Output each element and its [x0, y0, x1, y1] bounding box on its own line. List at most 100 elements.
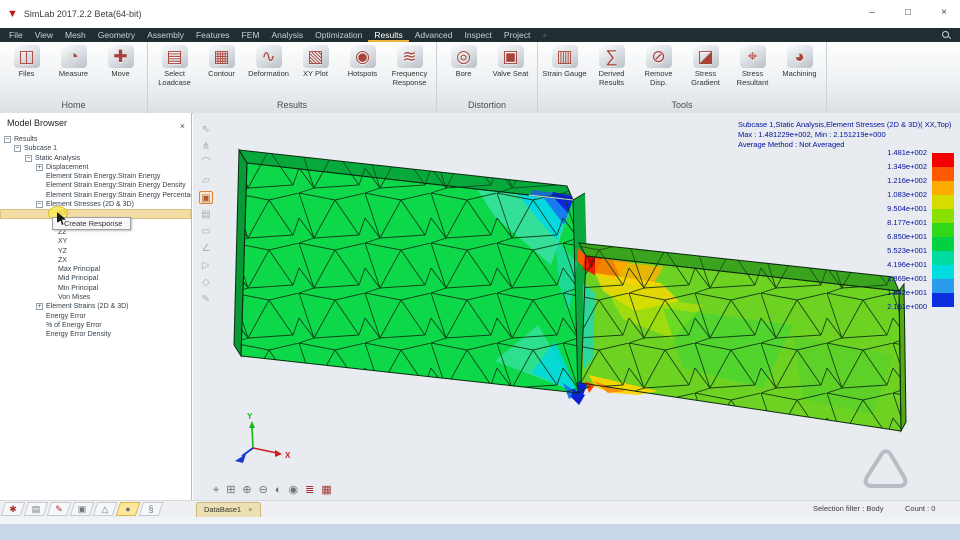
script-view-button[interactable]: § [139, 502, 164, 516]
tree-item-element-strains-2d-3d[interactable]: +Element Strains (2D & 3D) [0, 302, 191, 311]
machining-icon: ◕ [787, 45, 813, 68]
ribbon-button-valve-seat[interactable]: ▣Valve Seat [487, 44, 534, 99]
model-browser-close-icon[interactable]: × [180, 116, 185, 136]
tab-database1[interactable]: DataBase1× [196, 502, 261, 517]
zoom-previous-icon[interactable]: ⊖ [259, 483, 268, 497]
menu-item-results[interactable]: Results [368, 28, 408, 42]
tree-expander-collapse-icon[interactable]: − [4, 136, 11, 143]
menu-item-project[interactable]: Project [498, 28, 536, 42]
atoms-view-button[interactable]: ✱ [1, 502, 26, 516]
menu-item-[interactable]: + [536, 28, 553, 42]
menu-item-advanced[interactable]: Advanced [409, 28, 459, 42]
select-cursor-tool-icon[interactable]: ⇖ [199, 123, 213, 136]
derived-results-icon: ∑ [599, 45, 625, 68]
viewport-3d[interactable]: ⇖ ⋔ ⌒ ▱ ▣ ▤ ▭ ∠ ▷ ◇ ✎ [193, 113, 960, 500]
solid-view-button[interactable]: ▣ [70, 502, 95, 516]
tree-item-xy[interactable]: XY [0, 237, 191, 246]
ribbon-button-machining[interactable]: ◕Machining [776, 44, 823, 99]
menu-item-fem[interactable]: FEM [236, 28, 266, 42]
maximize-button[interactable]: □ [902, 7, 914, 18]
tetra-view-button[interactable]: △ [93, 502, 118, 516]
curve-tool-icon[interactable]: ⌒ [199, 157, 213, 170]
menu-item-inspect[interactable]: Inspect [459, 28, 498, 42]
tree-item-element-strain-energy-strain-energy-percentage[interactable]: Element Strain Energy:Strain Energy Perc… [0, 191, 191, 200]
menu-item-assembly[interactable]: Assembly [141, 28, 190, 42]
close-button[interactable]: × [938, 7, 950, 18]
search-icon[interactable] [942, 31, 951, 40]
menu-item-mesh[interactable]: Mesh [59, 28, 92, 42]
tree-expander-collapse-icon[interactable]: − [14, 145, 21, 152]
tree-item-subcase-1[interactable]: −Subcase 1 [0, 144, 191, 153]
xy-plot-icon: ▧ [303, 45, 329, 68]
fit-view-icon[interactable]: ⊞ [226, 483, 235, 497]
tree-item-element-strain-energy-strain-energy[interactable]: Element Strain Energy:Strain Energy [0, 172, 191, 181]
ribbon-button-xy-plot[interactable]: ▧XY Plot [292, 44, 339, 99]
ribbon-button-measure[interactable]: ◔Measure [50, 44, 97, 99]
zoom-box-icon[interactable]: ⊕ [242, 483, 251, 497]
fea-model[interactable]: Y X [233, 143, 913, 493]
pen-tool-icon[interactable]: ✎ [199, 293, 213, 306]
sheet-tool-icon[interactable]: ▭ [199, 225, 213, 238]
notes-view-button[interactable]: ▤ [24, 502, 49, 516]
ribbon-button-hotspots[interactable]: ◉Hotspots [339, 44, 386, 99]
menu-item-file[interactable]: File [3, 28, 29, 42]
tree-item-min-principal[interactable]: Min Principal [0, 284, 191, 293]
render-view-button[interactable]: ● [116, 502, 141, 516]
ribbon-button-derived-results[interactable]: ∑Derived Results [588, 44, 635, 99]
ribbon-button-stress-gradient[interactable]: ◪Stress Gradient [682, 44, 729, 99]
tree-expander-expand-icon[interactable]: + [36, 303, 43, 310]
mesh-view-icon[interactable]: ▦ [321, 483, 331, 497]
angle-tool-icon[interactable]: ∠ [199, 242, 213, 255]
remove-disp-icon: ⊘ [646, 45, 672, 68]
legend-band [932, 167, 954, 181]
ribbon-button-select-loadcase[interactable]: ▤Select Loadcase [151, 44, 198, 99]
tree-expander-collapse-icon[interactable]: − [25, 155, 32, 162]
triangle-tool-icon[interactable]: ▷ [199, 259, 213, 272]
stack-tool-icon[interactable]: ▤ [199, 208, 213, 221]
ribbon-button-label: Remove Disp. [635, 70, 682, 87]
tree-item-max-principal[interactable]: Max Principal [0, 265, 191, 274]
ribbon-button-frequency-response[interactable]: ≋Frequency Response [386, 44, 433, 99]
minimize-button[interactable]: – [866, 7, 878, 18]
tree-item-static-analysis[interactable]: −Static Analysis [0, 154, 191, 163]
tree-item-energy-error-density[interactable]: Energy Error Density [0, 330, 191, 339]
shaded-view-icon[interactable]: ◐ [275, 483, 282, 497]
diamond-tool-icon[interactable]: ◇ [199, 276, 213, 289]
ribbon-button-remove-disp[interactable]: ⊘ Remove Disp. [635, 44, 682, 99]
menu-item-analysis[interactable]: Analysis [265, 28, 309, 42]
ribbon-button-files[interactable]: ◫Files [3, 44, 50, 99]
tree-item-displacement[interactable]: +Displacement [0, 163, 191, 172]
tree-item-energy-error[interactable]: Energy Error [0, 312, 191, 321]
tree-item-element-strain-energy-strain-energy-density[interactable]: Element Strain Energy:Strain Energy Dens… [0, 181, 191, 190]
ribbon-button-contour[interactable]: ▦Contour [198, 44, 245, 99]
ribbon-button-bore[interactable]: ◎Bore [440, 44, 487, 99]
tree-item-mid-principal[interactable]: Mid Principal [0, 274, 191, 283]
ribbon-button-move[interactable]: ✚Move [97, 44, 144, 99]
render-view-button-icon: ● [119, 503, 137, 515]
tree-item-element-stresses-2d-3d[interactable]: −Element Stresses (2D & 3D) [0, 200, 191, 209]
triad-toggle-icon[interactable]: ⌖ [213, 483, 219, 497]
legend-value: 1.542e+001 [887, 286, 932, 300]
ribbon-button-deformation[interactable]: ∿Deformation [245, 44, 292, 99]
tree-expander-expand-icon[interactable]: + [36, 164, 43, 171]
plane-tool-icon[interactable]: ▱ [199, 174, 213, 187]
split-tool-icon[interactable]: ⋔ [199, 140, 213, 153]
cube-tool-icon[interactable]: ▣ [199, 191, 213, 204]
layers-view-icon[interactable]: ≣ [305, 483, 314, 497]
ribbon-button-strain-gauge[interactable]: ▥Strain Gauge [541, 44, 588, 99]
tree-item-of-energy-error[interactable]: % of Energy Error [0, 321, 191, 330]
tree-item-results[interactable]: −Results [0, 135, 191, 144]
menu-item-view[interactable]: View [29, 28, 59, 42]
menu-item-geometry[interactable]: Geometry [92, 28, 141, 42]
tree-item-yz[interactable]: YZ [0, 247, 191, 256]
result-header-line1: Subcase 1,Static Analysis,Element Stress… [738, 120, 951, 130]
tree-item-von-mises[interactable]: Von Mises [0, 293, 191, 302]
tab-close-icon[interactable]: × [248, 505, 252, 514]
menu-item-features[interactable]: Features [190, 28, 236, 42]
menu-item-optimization[interactable]: Optimization [309, 28, 368, 42]
ribbon-button-stress-resultant[interactable]: ⌖Stress Resultant [729, 44, 776, 99]
annotate-button[interactable]: ✎ [47, 502, 72, 516]
visibility-eye-icon[interactable]: ◉ [289, 483, 299, 497]
tree-item-zx[interactable]: ZX [0, 256, 191, 265]
tree-expander-collapse-icon[interactable]: − [36, 201, 43, 208]
